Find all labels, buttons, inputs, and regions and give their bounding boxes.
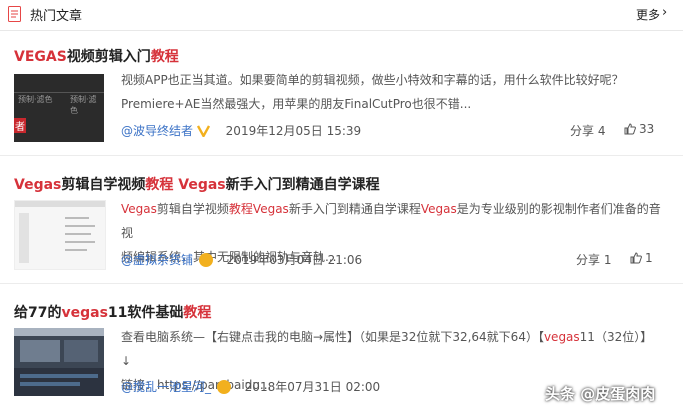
document-icon [8,6,21,22]
divider [0,155,683,156]
thumbs-up-icon [624,123,636,135]
article-thumbnail[interactable]: 预制·滤色 预制·滤色 者 [14,74,104,142]
article-title[interactable]: Vegas剪辑自学视频教程 Vegas新手入门到精通自学课程 [14,174,380,194]
more-link[interactable]: 更多 [636,6,660,23]
article-thumbnail[interactable] [14,328,104,396]
article-meta: @波导终结者 2019年12月05日 15:39 [121,122,361,139]
crown-badge-icon [216,380,231,394]
article-title[interactable]: 给77的vegas11软件基础教程 [14,302,211,322]
like-button[interactable]: 33 [624,122,654,136]
crown-badge-icon [198,253,213,267]
share-button[interactable]: 分享 4 [570,122,605,139]
article-title[interactable]: VEGAS视频剪辑入门教程 [14,46,179,66]
share-button[interactable]: 分享 1 [576,251,611,268]
publish-date: 2019年12月05日 15:39 [225,124,362,138]
article-thumbnail[interactable] [14,200,106,270]
verified-v-icon [196,125,210,139]
publish-date: 2018年07月31日 02:00 [244,380,381,394]
article-meta: @虚拟杂货铺 2019年03月04日 21:06 [121,251,362,268]
section-title: 热门文章 [30,9,83,24]
author-link[interactable]: @搅乱一池星河_ [121,380,211,394]
article-meta: @搅乱一池星河_ 2018年07月31日 02:00 [121,378,380,395]
publish-date: 2019年03月04日 21:06 [226,253,363,267]
watermark: 头条 @皮蛋肉肉 [545,385,656,403]
thumbs-up-icon [630,252,642,264]
author-link[interactable]: @虚拟杂货铺 [121,253,193,267]
divider [0,283,683,284]
article-snippet[interactable]: 视频APP也正当其道。如果要简单的剪辑视频，做些小特效和字幕的话，用什么软件比较… [121,68,661,116]
section-header: 热门文章 更多 › [0,0,683,31]
chevron-right-icon[interactable]: › [662,5,667,20]
author-link[interactable]: @波导终结者 [121,124,193,138]
like-button[interactable]: 1 [630,251,653,265]
